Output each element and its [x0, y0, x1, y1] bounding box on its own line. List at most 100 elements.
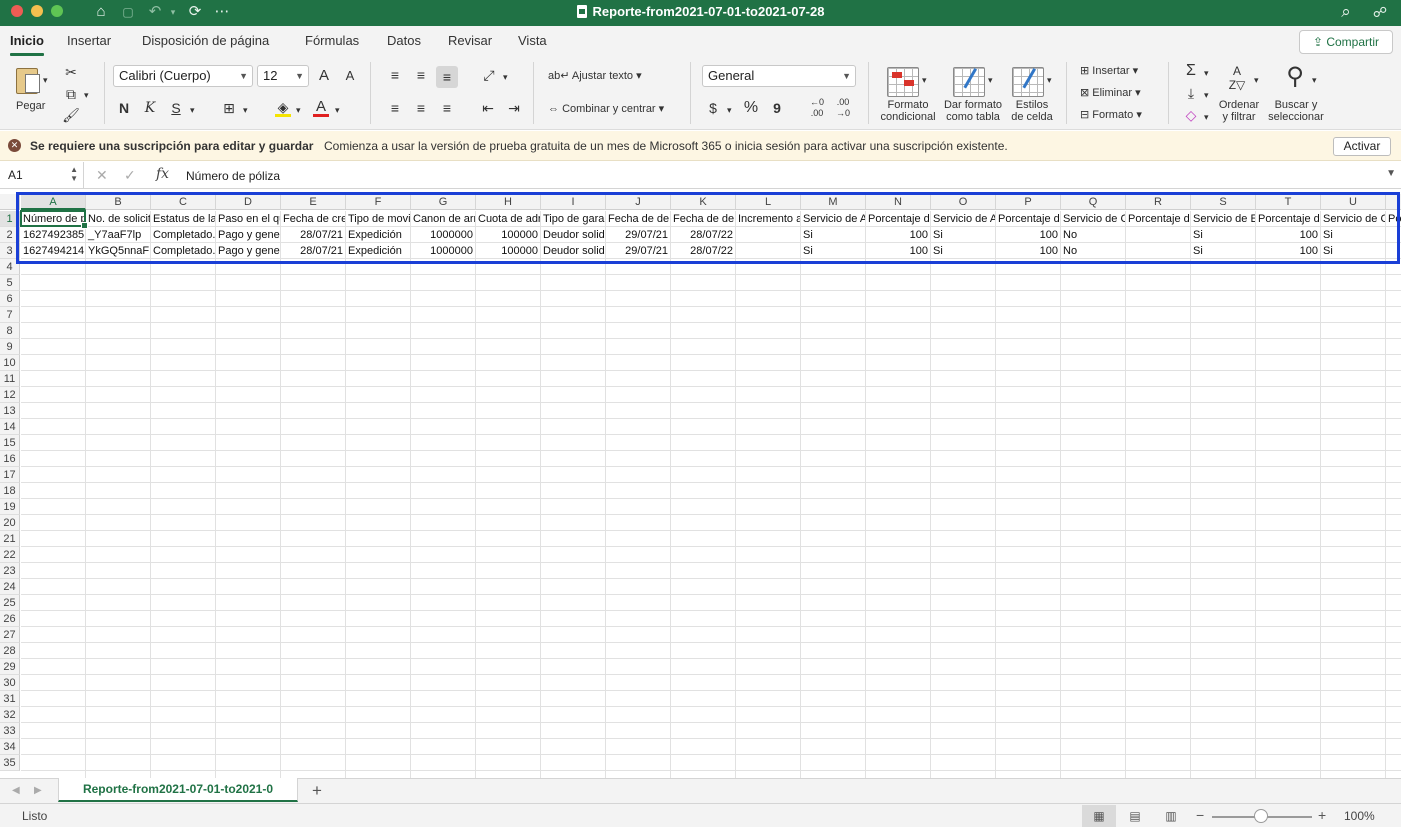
- data-cell[interactable]: Si: [1321, 243, 1385, 259]
- name-box-stepper-icon[interactable]: ▲ ▼: [70, 165, 78, 183]
- row-header[interactable]: 19: [0, 499, 20, 515]
- zoom-slider-thumb[interactable]: [1254, 809, 1268, 823]
- data-cell[interactable]: [736, 227, 800, 243]
- people-icon[interactable]: ☍: [1370, 3, 1390, 21]
- row-header[interactable]: 27: [0, 627, 20, 643]
- percent-button[interactable]: %: [740, 97, 762, 119]
- font-name-select[interactable]: Calibri (Cuerpo) ▼: [113, 65, 253, 87]
- data-cell[interactable]: 1000000: [411, 243, 475, 259]
- data-cell[interactable]: 1627494214: [21, 243, 85, 259]
- row-header[interactable]: 15: [0, 435, 20, 451]
- share-button[interactable]: ⇪ Compartir: [1299, 30, 1393, 54]
- header-cell[interactable]: Po: [1386, 211, 1401, 227]
- data-cell[interactable]: 28/07/22: [671, 227, 735, 243]
- row-header[interactable]: 24: [0, 579, 20, 595]
- decrease-indent-icon[interactable]: ⇤: [477, 97, 499, 119]
- header-cell[interactable]: Fecha de de: [606, 211, 670, 227]
- column-header[interactable]: L: [736, 194, 801, 210]
- data-cell[interactable]: No: [1061, 227, 1125, 243]
- font-color-icon[interactable]: A: [310, 96, 332, 118]
- row-header[interactable]: 20: [0, 515, 20, 531]
- data-cell[interactable]: [736, 243, 800, 259]
- comma-button[interactable]: 9: [766, 97, 788, 119]
- row-header[interactable]: 7: [0, 307, 20, 323]
- column-header[interactable]: M: [801, 194, 866, 210]
- header-cell[interactable]: Servicio de C: [1061, 211, 1125, 227]
- delete-cells-button[interactable]: ⊠ Eliminar ▾: [1080, 87, 1141, 99]
- wrap-text-button[interactable]: ab↵ Ajustar texto ▾: [548, 70, 642, 82]
- name-box[interactable]: A1 ▲ ▼: [0, 162, 84, 188]
- data-cell[interactable]: 100: [996, 243, 1060, 259]
- conditional-format-label[interactable]: Formato condicional: [878, 99, 938, 123]
- row-header[interactable]: 8: [0, 323, 20, 339]
- align-top-icon[interactable]: ≡: [384, 64, 406, 86]
- align-center-icon[interactable]: ≡: [410, 97, 432, 119]
- row-header[interactable]: 6: [0, 291, 20, 307]
- header-cell[interactable]: Estatus de la: [151, 211, 215, 227]
- fill-color-icon[interactable]: ◈: [272, 96, 294, 118]
- row-header[interactable]: 25: [0, 595, 20, 611]
- format-as-table-label[interactable]: Dar formato como tabla: [942, 99, 1004, 123]
- paste-button[interactable]: [14, 64, 42, 96]
- activate-button[interactable]: Activar: [1333, 137, 1391, 156]
- normal-view-icon[interactable]: ▦: [1082, 805, 1116, 827]
- row-header[interactable]: 17: [0, 467, 20, 483]
- header-cell[interactable]: Servicio de E: [1191, 211, 1255, 227]
- header-cell[interactable]: Incremento a: [736, 211, 800, 227]
- zoom-out-icon[interactable]: −: [1196, 807, 1204, 823]
- header-cell[interactable]: Servicio de G: [1321, 211, 1385, 227]
- data-cell[interactable]: Completado.: [151, 227, 215, 243]
- cut-icon[interactable]: ✂: [60, 61, 82, 83]
- column-header[interactable]: N: [866, 194, 931, 210]
- column-header[interactable]: S: [1191, 194, 1256, 210]
- column-header[interactable]: U: [1321, 194, 1386, 210]
- copy-dropdown-icon[interactable]: ▾: [84, 89, 89, 101]
- row-header[interactable]: 5: [0, 275, 20, 291]
- next-sheet-icon[interactable]: ▶: [34, 785, 42, 796]
- bold-button[interactable]: N: [113, 97, 135, 119]
- row-header[interactable]: 9: [0, 339, 20, 355]
- data-cell[interactable]: 100: [866, 243, 930, 259]
- row-header[interactable]: 35: [0, 755, 20, 771]
- copy-icon[interactable]: ⧉: [60, 83, 82, 105]
- row-header[interactable]: 29: [0, 659, 20, 675]
- column-header[interactable]: E: [281, 194, 346, 210]
- tab-vista[interactable]: Vista: [518, 33, 547, 48]
- conditional-format-dropdown-icon[interactable]: ▾: [922, 74, 927, 86]
- data-cell[interactable]: Deudor solid: [541, 243, 605, 259]
- header-cell[interactable]: Tipo de movi: [346, 211, 410, 227]
- format-as-table-dropdown-icon[interactable]: ▾: [988, 74, 993, 86]
- tab-datos[interactable]: Datos: [387, 33, 421, 48]
- data-cell[interactable]: No: [1061, 243, 1125, 259]
- column-header[interactable]: A: [21, 194, 86, 210]
- zoom-in-icon[interactable]: +: [1318, 807, 1326, 823]
- tab-formulas[interactable]: Fórmulas: [305, 33, 359, 48]
- data-cell[interactable]: Si: [1321, 227, 1385, 243]
- increase-decimal-icon[interactable]: ←0.00: [806, 97, 828, 119]
- column-header[interactable]: B: [86, 194, 151, 210]
- insert-function-icon[interactable]: fx: [156, 166, 169, 182]
- conditional-format-icon[interactable]: [887, 67, 919, 97]
- row-header[interactable]: 33: [0, 723, 20, 739]
- data-cell[interactable]: Completado.: [151, 243, 215, 259]
- underline-dropdown-icon[interactable]: ▾: [190, 104, 195, 116]
- clear-dropdown-icon[interactable]: ▾: [1204, 111, 1209, 123]
- data-cell[interactable]: 28/07/21: [281, 243, 345, 259]
- data-cell[interactable]: 1000000: [411, 227, 475, 243]
- increase-indent-icon[interactable]: ⇥: [503, 97, 525, 119]
- column-header[interactable]: T: [1256, 194, 1321, 210]
- find-select-label[interactable]: Buscar y seleccionar: [1264, 99, 1328, 123]
- header-cell[interactable]: No. de solicit: [86, 211, 150, 227]
- insert-cells-button[interactable]: ⊞ Insertar ▾: [1080, 65, 1138, 77]
- data-cell[interactable]: Si: [931, 227, 995, 243]
- align-middle-icon[interactable]: ≡: [410, 64, 432, 86]
- data-cell[interactable]: _Y7aaF7lp: [86, 227, 150, 243]
- header-cell[interactable]: Fecha de cre: [281, 211, 345, 227]
- row-header[interactable]: 30: [0, 675, 20, 691]
- sort-filter-icon[interactable]: A Z▽: [1220, 64, 1254, 94]
- data-cell[interactable]: 100000: [476, 227, 540, 243]
- orientation-icon[interactable]: ⤢: [478, 64, 500, 86]
- paste-dropdown-icon[interactable]: ▾: [43, 74, 48, 86]
- header-cell[interactable]: Porcentaje d: [1126, 211, 1190, 227]
- row-header[interactable]: 12: [0, 387, 20, 403]
